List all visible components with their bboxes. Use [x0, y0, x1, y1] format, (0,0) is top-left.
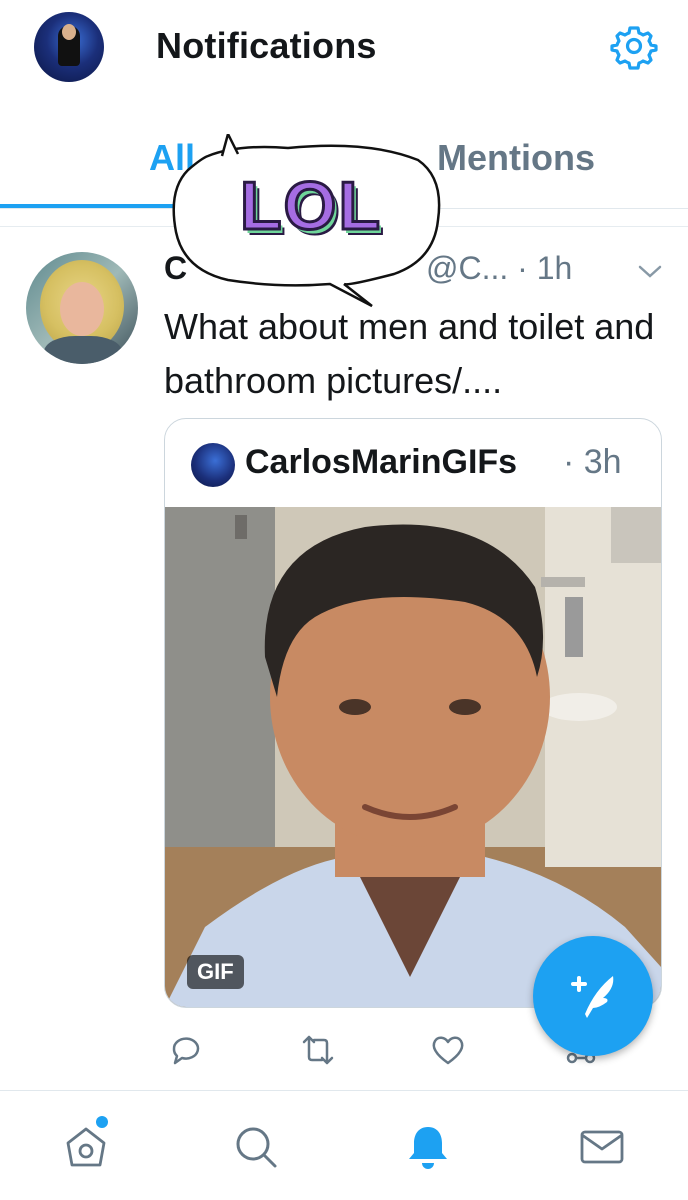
- avatar-body: [44, 336, 122, 364]
- reply-icon: [172, 1037, 200, 1065]
- tweet-author-avatar[interactable]: [26, 252, 138, 364]
- quoted-author-name: CarlosMarinGIFs: [245, 443, 518, 481]
- nav-search[interactable]: [230, 1121, 282, 1173]
- nav-notifications[interactable]: [402, 1121, 454, 1173]
- tab-mentions-label: Mentions: [437, 137, 595, 178]
- tweet-menu-button[interactable]: [636, 262, 664, 282]
- quoted-author-avatar: [191, 443, 235, 487]
- avatar-face: [62, 24, 76, 40]
- nav-messages[interactable]: [576, 1121, 628, 1173]
- quoted-tweet-header: CarlosMarinGIFs · 3h: [165, 419, 661, 507]
- gear-icon: [610, 26, 658, 70]
- like-button[interactable]: [426, 1028, 470, 1072]
- home-icon: [66, 1127, 106, 1167]
- gif-badge: GIF: [187, 955, 244, 989]
- sticker-text: LOL: [239, 167, 382, 246]
- compose-tweet-button[interactable]: [533, 936, 653, 1056]
- quoted-tweet-time: · 3h: [563, 443, 622, 481]
- quoted-gif-media[interactable]: [165, 507, 661, 1007]
- profile-avatar[interactable]: [34, 12, 104, 82]
- reply-button[interactable]: [164, 1028, 208, 1072]
- compose-tweet-icon: [571, 976, 614, 1018]
- avatar-face: [60, 282, 104, 336]
- tweet-text: What about men and toilet and bathroom p…: [164, 306, 655, 401]
- bottom-navigation: [0, 1091, 688, 1200]
- nav-home[interactable]: [60, 1121, 112, 1173]
- notifications-icon: [409, 1127, 447, 1169]
- search-icon: [236, 1127, 277, 1168]
- settings-button[interactable]: [610, 22, 658, 70]
- quoted-tweet[interactable]: CarlosMarinGIFs · 3h GIF: [164, 418, 662, 1008]
- gif-frame-image: [165, 507, 661, 1007]
- chevron-down-icon: [638, 265, 662, 278]
- tweet-handle-time: @C... · 1h: [426, 250, 573, 286]
- like-icon: [432, 1036, 464, 1065]
- retweet-icon: [302, 1035, 334, 1065]
- messages-icon: [580, 1130, 624, 1164]
- page-title: Notifications: [156, 25, 377, 66]
- home-new-content-dot: [96, 1116, 108, 1128]
- retweet-button[interactable]: [296, 1028, 340, 1072]
